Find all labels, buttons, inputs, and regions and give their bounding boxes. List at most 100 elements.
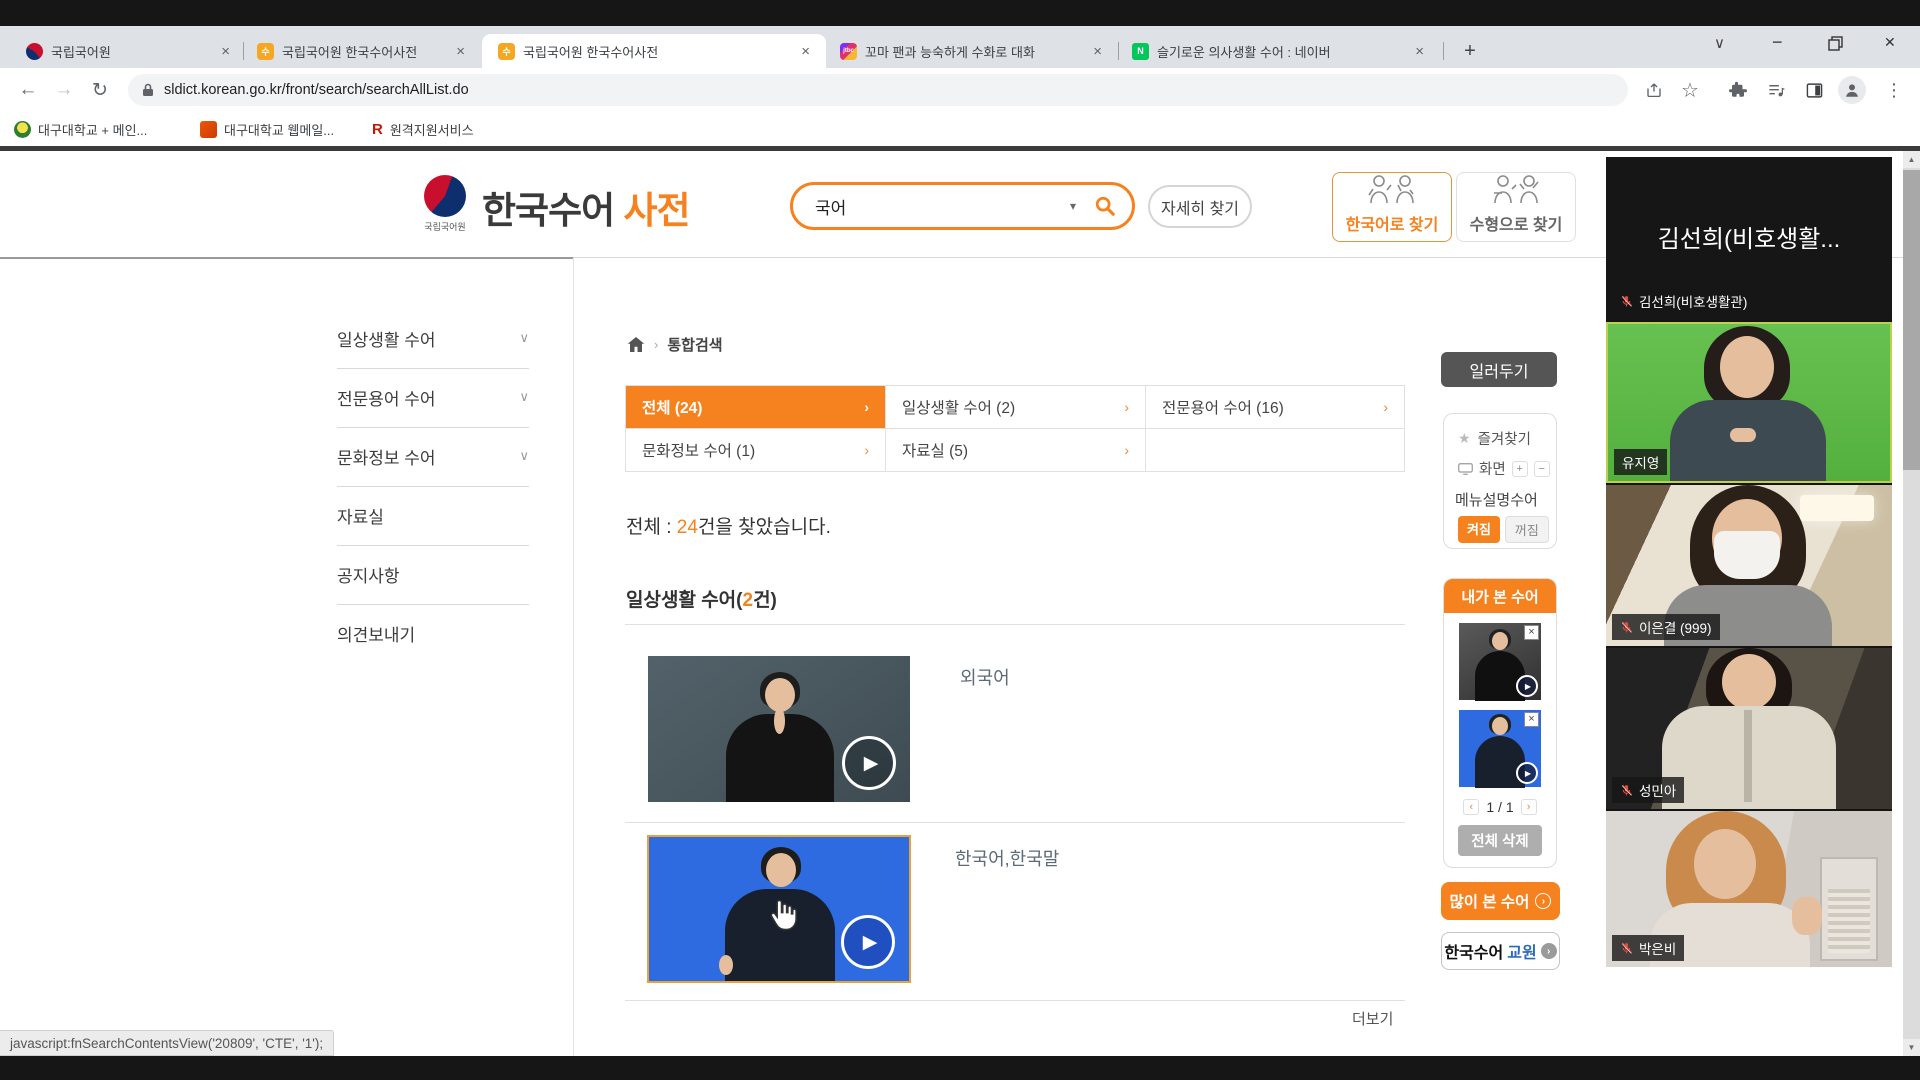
result-tab-daily[interactable]: 일상생활 수어 (2) › <box>885 385 1146 429</box>
new-tab-button[interactable]: + <box>1452 34 1488 68</box>
result-label-foreign-language[interactable]: 외국어 <box>960 664 1010 690</box>
tab-jtbc[interactable]: jtbc 꼬마 팬과 능숙하게 수화로 대화 × <box>830 34 1112 68</box>
signer-figure <box>1475 651 1525 701</box>
tab-separator <box>1443 42 1444 60</box>
detail-search-button[interactable]: 자세히 찾기 <box>1148 185 1252 228</box>
reload-icon[interactable]: ↻ <box>86 76 114 104</box>
participant-tile-seongmina[interactable]: 성민아 <box>1606 648 1892 809</box>
monitor-icon <box>1458 463 1473 475</box>
bookmarks-bar: 대구대학교 + 메인... 대구대학교 웹메일... R 원격지원서비스 <box>0 112 1920 146</box>
home-icon[interactable] <box>627 336 645 353</box>
sidebar-item-terminology-sign[interactable]: 전문용어 수어 ∨ <box>337 382 529 412</box>
share-icon[interactable] <box>1640 76 1668 104</box>
search-icon[interactable] <box>1094 195 1116 217</box>
menu-kebab-icon[interactable]: ⋮ <box>1880 76 1908 104</box>
result-tab-library[interactable]: 자료실 (5) › <box>885 428 1146 472</box>
side-panel-icon[interactable] <box>1800 76 1828 104</box>
sidebar-item-library[interactable]: 자료실 <box>337 500 529 530</box>
tab-korean-institute[interactable]: 국립국어원 × <box>16 34 240 68</box>
scrollbar-up-icon[interactable]: ▲ <box>1903 151 1920 168</box>
sidebar-item-daily-sign[interactable]: 일상생활 수어 ∨ <box>337 323 529 353</box>
bookmark-label: 대구대학교 웹메일... <box>224 120 334 139</box>
media-controls-icon[interactable] <box>1762 76 1790 104</box>
participant-tile-yoojiyoung[interactable]: 유지영 <box>1606 322 1892 483</box>
play-icon[interactable]: ▶ <box>1516 762 1538 784</box>
sidebar-item-notice[interactable]: 공지사항 <box>337 559 529 589</box>
tab-close-icon[interactable]: × <box>221 43 230 60</box>
favorites-label: 즐겨찾기 <box>1478 428 1531 449</box>
tab-naver[interactable]: N 슬기로운 의사생활 수어 : 네이버 × <box>1122 34 1434 68</box>
tab-search-chevron-icon[interactable]: ∨ <box>1714 34 1725 52</box>
tab-title: 꼬마 팬과 능숙하게 수화로 대화 <box>865 42 1085 61</box>
play-icon[interactable]: ▶ <box>1516 675 1538 697</box>
window-restore-button[interactable] <box>1828 36 1843 56</box>
result-label-korean-language[interactable]: 한국어,한국말 <box>955 845 1059 871</box>
remove-thumbnail-icon[interactable]: × <box>1524 625 1539 640</box>
toggle-on-button[interactable]: 켜짐 <box>1458 516 1500 543</box>
profile-avatar[interactable] <box>1838 76 1866 104</box>
zoom-in-button[interactable]: + <box>1512 461 1528 477</box>
result-video-foreign-language[interactable]: ▶ <box>648 656 910 802</box>
play-icon[interactable]: ▶ <box>841 915 895 969</box>
menu-divider <box>337 545 529 546</box>
favorites-row[interactable]: ★ 즐겨찾기 <box>1458 428 1556 449</box>
bookmark-remote-support[interactable]: R 원격지원서비스 <box>372 117 474 141</box>
result-tab-label: 자료실 (5) <box>902 439 968 461</box>
site-title[interactable]: 한국수어 사전 <box>482 180 690 234</box>
tab-close-icon[interactable]: × <box>456 43 465 60</box>
site-logo[interactable]: 국립국어원 <box>424 175 466 233</box>
url-text[interactable]: sldict.korean.go.kr/front/search/searchA… <box>164 82 469 98</box>
chevron-down-icon: ∨ <box>519 389 529 405</box>
participant-tile-leeeungyeol[interactable]: 이은결 (999) <box>1606 485 1892 646</box>
result-tab-culture[interactable]: 문화정보 수어 (1) › <box>625 428 886 472</box>
my-sign-thumbnail[interactable]: × ▶ <box>1459 710 1541 787</box>
find-by-handshape-button[interactable]: 수형으로 찾기 <box>1456 172 1576 242</box>
my-sign-thumbnail[interactable]: × ▶ <box>1459 623 1541 700</box>
more-link[interactable]: 더보기 <box>1352 1008 1393 1029</box>
zoom-out-button[interactable]: − <box>1534 461 1550 477</box>
find-by-korean-button[interactable]: 한국어로 찾기 <box>1332 172 1452 242</box>
sign-teacher-label: 한국수어 <box>1444 939 1503 963</box>
forward-icon[interactable]: → <box>50 76 78 104</box>
participant-name-tag: 성민아 <box>1612 777 1684 803</box>
extensions-icon[interactable] <box>1724 76 1752 104</box>
search-input[interactable]: 국어 <box>815 194 1070 219</box>
scrollbar-thumb[interactable] <box>1903 170 1920 470</box>
tab-sldict-active[interactable]: 수 국립국어원 한국수어사전 × <box>482 34 826 68</box>
participant-tile-parkeunbi[interactable]: 박은비 <box>1606 811 1892 967</box>
bookmark-daegu-webmail[interactable]: 대구대학교 웹메일... <box>200 117 334 141</box>
tab-close-icon[interactable]: × <box>1415 43 1424 60</box>
my-signs-pagination: ‹ 1 / 1 › <box>1444 799 1556 815</box>
tab-close-icon[interactable]: × <box>1093 43 1102 60</box>
quick-tools-box: ★ 즐겨찾기 화면 + − 메뉴설명수어 켜짐 꺼짐 <box>1443 413 1557 549</box>
result-tab-label: 전문용어 수어 (16) <box>1162 396 1284 418</box>
sidebar-item-culture-sign[interactable]: 문화정보 수어 ∨ <box>337 441 529 471</box>
play-icon[interactable]: ▶ <box>842 736 896 790</box>
window-close-button[interactable]: ✕ <box>1884 34 1896 51</box>
page-next-button[interactable]: › <box>1521 799 1537 815</box>
guide-button[interactable]: 일러두기 <box>1441 352 1557 387</box>
bookmark-daegu-main[interactable]: 대구대학교 + 메인... <box>14 117 147 141</box>
bookmark-star-icon[interactable]: ☆ <box>1676 76 1704 104</box>
sign-teacher-button[interactable]: 한국수어 교원 › <box>1441 932 1560 970</box>
popular-signs-button[interactable]: 많이 본 수어 › <box>1441 882 1560 920</box>
back-icon[interactable]: ← <box>14 76 42 104</box>
result-tab-terminology[interactable]: 전문용어 수어 (16) › <box>1145 385 1405 429</box>
menu-divider <box>337 486 529 487</box>
search-dropdown-caret-icon[interactable]: ▾ <box>1070 199 1076 213</box>
result-tab-label: 전체 (24) <box>642 396 702 418</box>
search-box[interactable]: 국어 ▾ <box>790 182 1135 230</box>
result-tab-all[interactable]: 전체 (24) › <box>625 385 886 429</box>
remove-thumbnail-icon[interactable]: × <box>1524 712 1539 727</box>
section-count: 2 <box>743 590 754 611</box>
page-prev-button[interactable]: ‹ <box>1463 799 1479 815</box>
tab-sldict-1[interactable]: 수 국립국어원 한국수어사전 × <box>247 34 475 68</box>
participant-tile-kimsunhee[interactable]: 김선희(비호생활... 김선희(비호생활관) <box>1606 157 1892 320</box>
sidebar-item-feedback[interactable]: 의견보내기 <box>337 618 529 648</box>
window-minimize-button[interactable]: − <box>1772 32 1783 53</box>
address-bar[interactable]: sldict.korean.go.kr/front/search/searchA… <box>128 74 1628 106</box>
scrollbar-down-icon[interactable]: ▼ <box>1903 1039 1920 1056</box>
tab-close-icon[interactable]: × <box>801 43 810 60</box>
toggle-off-button[interactable]: 꺼짐 <box>1505 516 1549 543</box>
delete-all-button[interactable]: 전체 삭제 <box>1458 825 1542 856</box>
